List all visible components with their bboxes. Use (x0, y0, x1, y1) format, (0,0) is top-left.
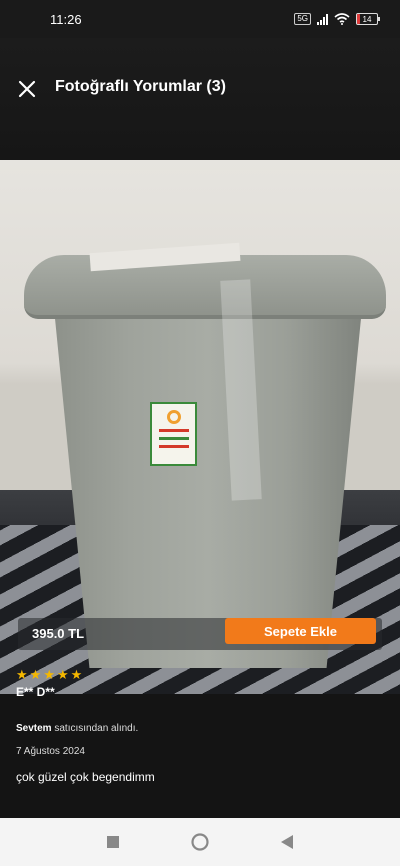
review-card: ★ ★ ★ ★ ★ E** D** Sevtem satıcısından alındı… (0, 664, 400, 818)
battery-level: 14 (362, 14, 372, 24)
status-bar: 11:26 5G 14 (0, 0, 400, 38)
close-button[interactable] (14, 76, 40, 102)
recent-apps-icon (107, 836, 120, 848)
trash-can-lid (24, 255, 386, 319)
review-text: çok güzel çok begendimm (16, 770, 155, 784)
reviewer-name: E** D** (16, 685, 55, 699)
add-to-cart-button[interactable]: Sepete Ekle (225, 618, 376, 644)
rating-stars: ★ ★ ★ ★ ★ (16, 667, 82, 683)
page-header: Fotoğraflı Yorumlar (3) (0, 38, 400, 160)
seller-suffix: satıcısından alındı. (51, 723, 139, 734)
review-date: 7 Ağustos 2024 (16, 746, 85, 757)
product-sticker (150, 402, 197, 466)
brand-logo-icon (166, 410, 181, 424)
product-price: 395.0 TL (32, 626, 85, 641)
trash-can-body (52, 288, 364, 668)
status-icons: 5G 14 (294, 13, 380, 25)
home-button[interactable] (180, 822, 220, 862)
sticker-line (158, 437, 189, 440)
sticker-line (158, 445, 189, 448)
sticker-line (158, 429, 189, 432)
close-icon (18, 80, 36, 98)
back-button[interactable] (267, 822, 307, 862)
page-title: Fotoğraflı Yorumlar (3) (55, 78, 226, 95)
star-icon: ★ (56, 667, 69, 682)
sim-icon: 5G (294, 13, 311, 25)
system-nav-bar (0, 818, 400, 866)
review-photo[interactable] (0, 160, 400, 694)
back-icon (280, 835, 293, 849)
status-time: 11:26 (50, 11, 82, 27)
star-icon: ★ (16, 667, 28, 682)
signal-icon (317, 13, 328, 25)
star-icon: ★ (29, 667, 42, 682)
star-icon: ★ (70, 667, 83, 682)
wifi-icon (334, 13, 350, 25)
recent-apps-button[interactable] (93, 822, 133, 862)
purchase-bar: 395.0 TL Sepete Ekle (18, 618, 382, 650)
seller-info: Sevtem satıcısından alındı. (16, 723, 138, 734)
battery-icon: 14 (356, 13, 380, 25)
star-icon: ★ (43, 667, 55, 682)
seller-name[interactable]: Sevtem (16, 723, 52, 734)
home-icon (191, 833, 209, 851)
